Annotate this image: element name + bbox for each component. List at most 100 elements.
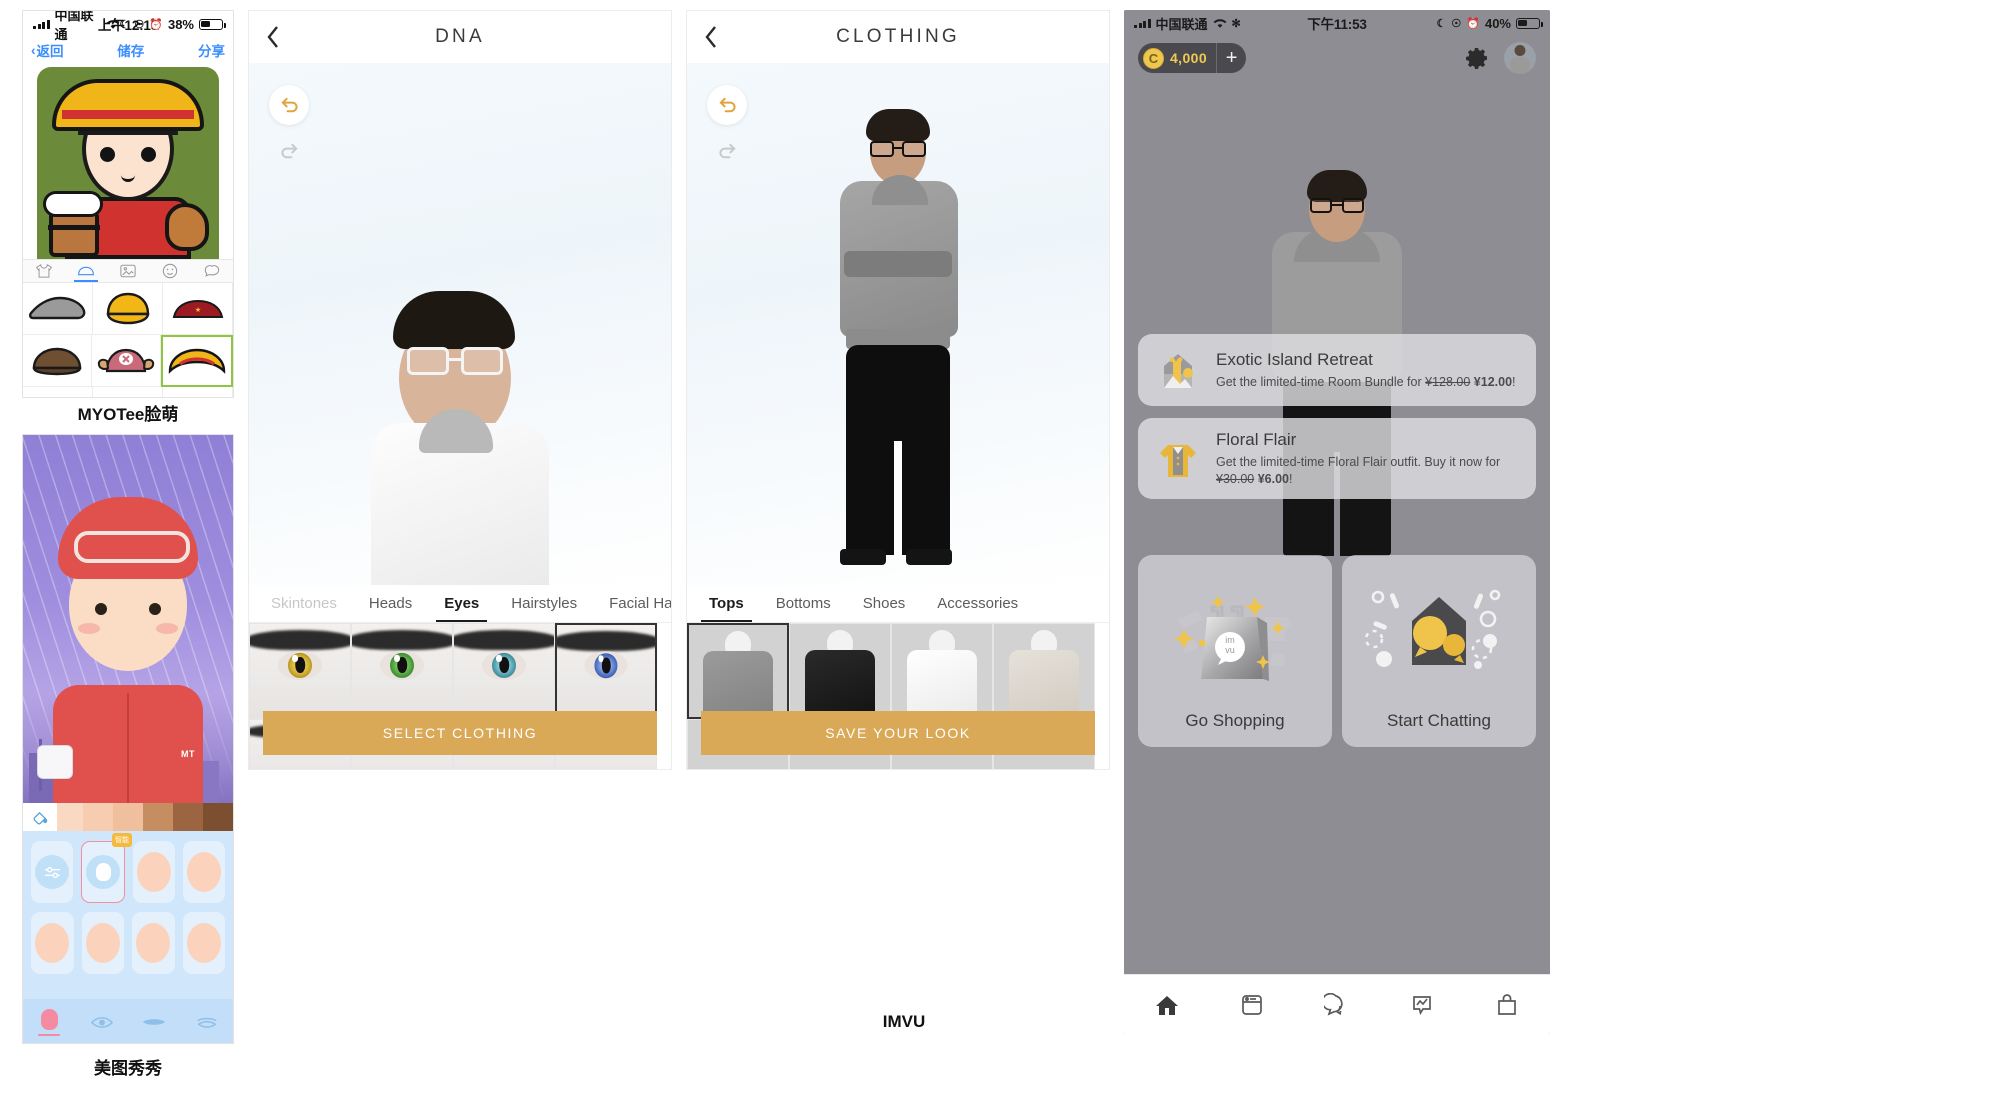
clothing-category-bar[interactable]: Tops Bottoms Shoes Accessories [687, 585, 1109, 623]
item-white-shirt[interactable] [891, 623, 993, 719]
save-button[interactable]: 储存 [117, 40, 144, 60]
redo-button[interactable] [269, 131, 309, 171]
item-red-cap[interactable]: ★ [163, 283, 233, 335]
swatch-2[interactable] [53, 803, 83, 831]
item-brown-newsboy-cap[interactable] [23, 335, 92, 387]
profile-avatar[interactable] [1504, 42, 1536, 74]
item-straw-hat[interactable] [161, 335, 233, 387]
tab-image-icon[interactable] [107, 260, 149, 282]
status-left: 中国联通 ✻ [1134, 14, 1241, 33]
tool-row: 智能 [31, 833, 225, 903]
tab-face-icon[interactable] [149, 260, 191, 282]
bottom-tab-lips-icon[interactable] [128, 1017, 181, 1027]
meitu-photo-canvas[interactable]: MT [23, 435, 233, 803]
item-beige-cardigan[interactable] [993, 623, 1095, 719]
face-thumb [35, 923, 70, 963]
category-accessories[interactable]: Accessories [921, 585, 1034, 622]
swatch-blue-eye[interactable] [555, 623, 657, 719]
swatch-6[interactable] [173, 803, 203, 831]
promo-old-price: ¥128.00 [1425, 374, 1471, 389]
promo-desc-pre: Get the limited-time Room Bundle for [1216, 374, 1426, 389]
nav-home[interactable] [1124, 993, 1209, 1017]
tab-speech-icon[interactable] [191, 260, 233, 282]
item-gray-flat-cap[interactable] [23, 283, 93, 335]
clothing-avatar-stage[interactable] [687, 63, 1109, 585]
paint-bucket-icon[interactable] [23, 803, 57, 831]
swatch-5[interactable] [143, 803, 173, 831]
swatch-teal-eye[interactable] [453, 623, 555, 719]
tool-face-2[interactable] [183, 841, 225, 903]
meitu-phone: MT 智能 [22, 434, 234, 1044]
item-black-blazer[interactable] [789, 623, 891, 719]
select-clothing-button[interactable]: SELECT CLOTHING [263, 711, 657, 755]
category-heads[interactable]: Heads [353, 585, 428, 622]
item-pink-chopper-hat[interactable] [92, 335, 161, 387]
swatch-green-eye[interactable] [351, 623, 453, 719]
go-shopping-tile[interactable]: im vu Go Shopping [1138, 555, 1332, 747]
tool-face-5[interactable] [132, 912, 175, 974]
save-your-look-button[interactable]: SAVE YOUR LOOK [701, 711, 1095, 755]
dna-category-bar[interactable]: Skintones Heads Eyes Hairstyles Facial H… [249, 585, 671, 623]
nav-shop[interactable] [1465, 993, 1550, 1017]
nav-feed[interactable] [1209, 993, 1294, 1017]
item-red-striped-beanie[interactable] [93, 387, 163, 397]
tab-shirt-icon[interactable] [23, 260, 65, 282]
skin-swatch-row[interactable] [23, 803, 233, 831]
redo-button[interactable] [707, 131, 747, 171]
chat-house-icon [1342, 573, 1536, 693]
tool-sliders-icon[interactable] [31, 841, 73, 903]
tool-face-6[interactable] [182, 912, 225, 974]
nav-chat[interactable] [1294, 992, 1379, 1017]
item-white-fluffy-hat[interactable] [23, 387, 93, 397]
undo-button[interactable] [269, 85, 309, 125]
category-hairstyles[interactable]: Hairstyles [495, 585, 593, 622]
meitu-tool-panel: 智能 [23, 831, 234, 1043]
myotee-caption: MYOTee脸萌 [77, 405, 179, 424]
tab-hat-icon[interactable] [65, 260, 107, 282]
bottom-tab-eyebrow-icon[interactable] [181, 1016, 234, 1029]
undo-button[interactable] [707, 85, 747, 125]
category-shoes[interactable]: Shoes [847, 585, 922, 622]
category-skintones[interactable]: Skintones [255, 585, 353, 622]
tool-face-1[interactable] [133, 841, 175, 903]
item-gray-hoodie[interactable] [687, 623, 789, 719]
tool-face-shape-icon[interactable]: 智能 [81, 833, 132, 903]
share-button[interactable]: 分享 [198, 40, 225, 60]
promo-card-floral-flair[interactable]: Floral Flair Get the limited-time Floral… [1138, 418, 1536, 499]
back-button[interactable]: ‹ 返回 [31, 40, 64, 60]
category-eyes[interactable]: Eyes [428, 585, 495, 622]
outfit-gift-icon [1152, 435, 1204, 483]
nav-activity[interactable] [1380, 993, 1465, 1017]
category-bottoms[interactable]: Bottoms [760, 585, 847, 622]
add-credits-button[interactable]: + [1216, 43, 1246, 73]
clothing-item-row[interactable] [687, 623, 1109, 719]
dna-swatch-row[interactable] [249, 623, 671, 719]
save-your-look-label: SAVE YOUR LOOK [825, 725, 971, 741]
swatch-amber-eye[interactable] [249, 623, 351, 719]
myotee-item-grid[interactable]: ★ [23, 283, 233, 397]
item-yellow-baseball-cap[interactable] [93, 283, 163, 335]
undo-icon [718, 97, 736, 112]
category-tops[interactable]: Tops [693, 585, 760, 622]
category-facial-hair[interactable]: Facial Hair [593, 585, 671, 622]
clothing-avatar [798, 101, 998, 585]
swatch-4[interactable] [113, 803, 143, 831]
tool-face-4[interactable] [81, 912, 124, 974]
tool-face-3[interactable] [31, 912, 74, 974]
credits-pill[interactable]: C 4,000 + [1138, 43, 1247, 73]
settings-button[interactable] [1464, 45, 1490, 71]
myotee-canvas[interactable] [23, 63, 233, 259]
item-black-headband[interactable] [163, 387, 233, 397]
start-chatting-label: Start Chatting [1387, 711, 1491, 730]
swatch-3[interactable] [83, 803, 113, 831]
swatch-7[interactable] [203, 803, 233, 831]
face-thumb [187, 852, 221, 892]
dna-avatar [345, 283, 575, 585]
bottom-tab-eye-icon[interactable] [76, 1016, 129, 1029]
item-row [23, 387, 233, 397]
bottom-tab-blush-icon[interactable] [23, 1008, 76, 1036]
activity-icon [1413, 995, 1432, 1015]
promo-card-exotic-island[interactable]: Exotic Island Retreat Get the limited-ti… [1138, 334, 1536, 406]
dna-avatar-stage[interactable] [249, 63, 671, 585]
start-chatting-tile[interactable]: Start Chatting [1342, 555, 1536, 747]
